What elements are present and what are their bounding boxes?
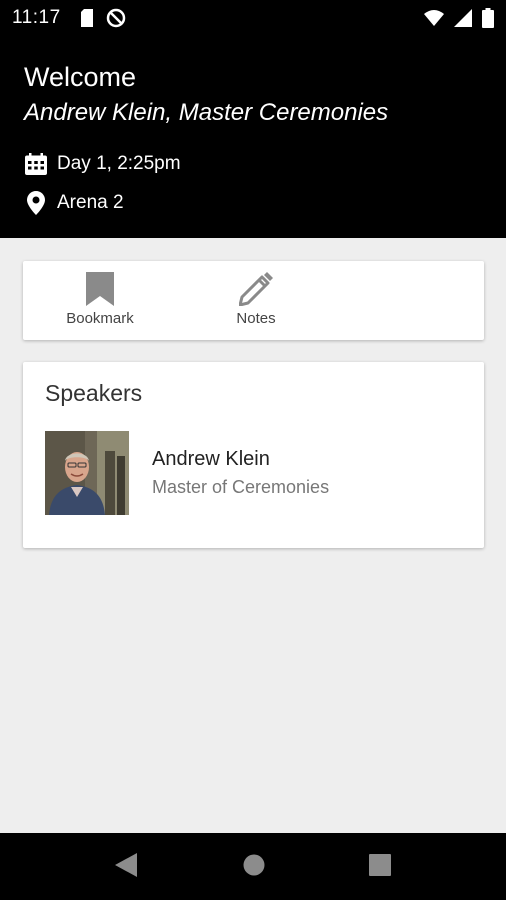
do-not-disturb-icon (106, 8, 126, 33)
session-header: Welcome Andrew Klein, Master Ceremonies … (0, 36, 506, 238)
pencil-icon (239, 271, 273, 307)
status-time: 11:17 (12, 7, 61, 28)
battery-icon (482, 8, 494, 33)
speaker-avatar (45, 431, 129, 515)
page-title: Welcome (24, 62, 137, 92)
back-button[interactable] (114, 852, 138, 882)
speaker-list-item[interactable]: Andrew Klein Master of Ceremonies (45, 430, 465, 516)
actions-card: Bookmark Notes (23, 261, 484, 340)
status-left-icons (80, 8, 126, 33)
home-icon (243, 854, 265, 881)
home-button[interactable] (242, 854, 266, 881)
status-bar: 11:17 (0, 0, 506, 36)
wifi-icon (424, 10, 444, 31)
speakers-card: Speakers Andrew Klein Master of Ceremoni… (23, 362, 484, 548)
back-icon (115, 852, 137, 882)
bookmark-icon (86, 271, 114, 307)
location-pin-icon (24, 191, 48, 215)
recents-icon (369, 853, 391, 881)
speaker-name: Andrew Klein (152, 448, 270, 470)
bookmark-label: Bookmark (66, 310, 134, 327)
speaker-info: Andrew Klein Master of Ceremonies (152, 448, 329, 498)
speakers-heading: Speakers (45, 380, 143, 406)
speaker-role: Master of Ceremonies (152, 477, 330, 497)
session-time-row: Day 1, 2:25pm (24, 152, 181, 176)
screen: 11:17 Welcome Andrew Klein, Master Cerem… (0, 0, 506, 900)
bookmark-button[interactable]: Bookmark (61, 271, 139, 327)
recents-button[interactable] (368, 853, 392, 881)
session-subtitle: Andrew Klein, Master Ceremonies (24, 99, 389, 126)
signal-icon (454, 9, 472, 32)
sd-card-icon (80, 9, 94, 32)
session-location-row: Arena 2 (24, 191, 124, 215)
notes-button[interactable]: Notes (225, 271, 287, 327)
session-time: Day 1, 2:25pm (57, 153, 181, 174)
system-nav-bar (0, 833, 506, 900)
calendar-icon (24, 152, 48, 176)
status-right-icons (424, 8, 494, 33)
session-location: Arena 2 (57, 192, 124, 213)
notes-label: Notes (236, 310, 276, 327)
